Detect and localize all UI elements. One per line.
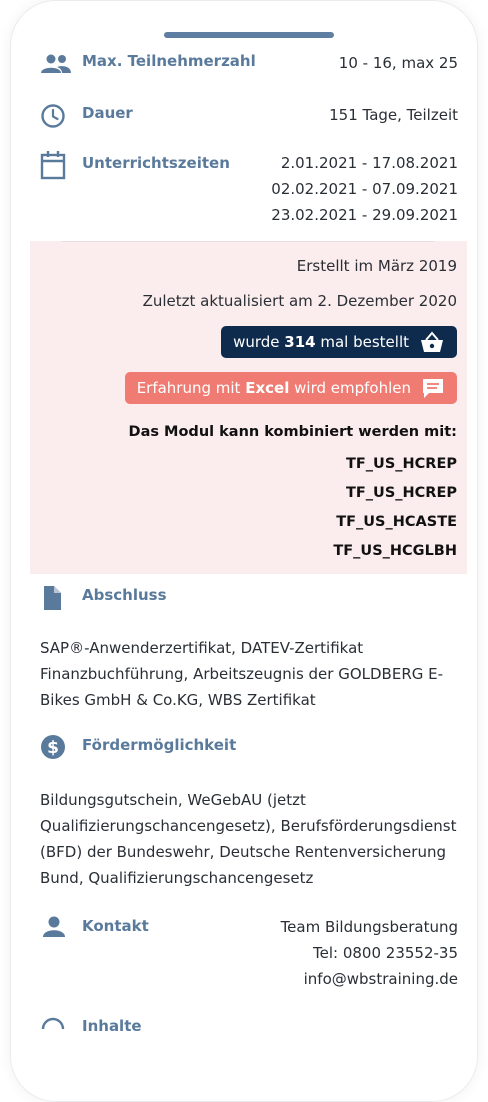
kontakt-label: Kontakt <box>82 917 149 935</box>
module-link[interactable]: TF_US_HCREP <box>346 456 457 472</box>
kontakt-phone[interactable]: Tel: 0800 23552-35 <box>281 940 458 966</box>
course-info-box: Erstellt im März 2019 Zuletzt aktualisie… <box>30 241 467 574</box>
experience-suffix: wird empfohlen <box>289 379 411 397</box>
experience-skill: Excel <box>245 379 290 397</box>
module-link[interactable]: TF_US_HCREP <box>346 485 457 501</box>
schedule-label: Unterrichtszeiten <box>82 154 230 172</box>
combine-heading: Das Modul kann kombiniert werden mit: <box>128 424 457 440</box>
kontakt-email[interactable]: info@wbstraining.de <box>281 966 458 992</box>
duration-value: 151 Tage, Teilzeit <box>329 106 458 124</box>
schedule-date: 02.02.2021 - 07.09.2021 <box>271 180 458 198</box>
inhalte-label: Inhalte <box>82 1017 142 1035</box>
ordered-badge: wurde 314 mal bestellt <box>221 326 457 358</box>
foerderung-label: Fördermöglichkeit <box>82 736 237 754</box>
loading-icon <box>40 1016 66 1046</box>
schedule-row: Unterrichtszeiten 2.01.2021 - 17.08.2021… <box>40 150 458 230</box>
dollar-icon: $ <box>40 734 66 764</box>
module-link[interactable]: TF_US_HCGLBH <box>333 543 457 559</box>
document-icon <box>40 584 64 616</box>
divider <box>62 241 434 242</box>
drag-handle[interactable] <box>164 32 334 38</box>
kontakt-details: Team Bildungsberatung Tel: 0800 23552-35… <box>281 914 458 992</box>
clock-icon <box>40 103 66 133</box>
participants-value: 10 - 16, max 25 <box>338 54 458 72</box>
ordered-prefix: wurde <box>233 333 285 351</box>
experience-badge: Erfahrung mit Excel wird empfohlen <box>124 372 457 404</box>
person-icon <box>40 916 68 942</box>
schedule-date: 2.01.2021 - 17.08.2021 <box>280 154 458 172</box>
kontakt-row: Kontakt Team Bildungsberatung Tel: 0800 … <box>40 914 458 994</box>
kontakt-team: Team Bildungsberatung <box>280 918 458 936</box>
svg-text:$: $ <box>47 738 59 758</box>
duration-row: Dauer 151 Tage, Teilzeit <box>40 102 458 128</box>
basket-icon <box>419 331 445 353</box>
created-date: Erstellt im März 2019 <box>296 257 457 275</box>
module-link[interactable]: TF_US_HCASTE <box>336 514 457 530</box>
schedule-date: 23.02.2021 - 29.09.2021 <box>271 206 458 224</box>
updated-date: Zuletzt aktualisiert am 2. Dezember 2020 <box>142 292 457 310</box>
ordered-count: 314 <box>284 333 316 351</box>
people-icon <box>40 54 72 78</box>
abschluss-header: Abschluss <box>40 584 340 612</box>
inhalte-header[interactable]: Inhalte <box>40 1014 340 1042</box>
comment-icon <box>421 377 445 399</box>
foerderung-header: $ Fördermöglichkeit <box>40 734 340 762</box>
calendar-icon <box>40 150 66 184</box>
duration-label: Dauer <box>82 104 133 122</box>
participants-row: Max. Teilnehmerzahl 10 - 16, max 25 <box>40 52 458 78</box>
schedule-dates: 2.01.2021 - 17.08.2021 02.02.2021 - 07.0… <box>271 150 458 228</box>
experience-prefix: Erfahrung mit <box>136 379 246 397</box>
participants-label: Max. Teilnehmerzahl <box>82 52 256 70</box>
foerderung-text: Bildungsgutschein, WeGebAU (jetzt Qualif… <box>40 791 457 887</box>
abschluss-text: SAP®-Anwenderzertifikat, DATEV-Zertifika… <box>40 639 444 709</box>
abschluss-label: Abschluss <box>82 586 167 604</box>
ordered-suffix: mal bestellt <box>315 333 409 351</box>
